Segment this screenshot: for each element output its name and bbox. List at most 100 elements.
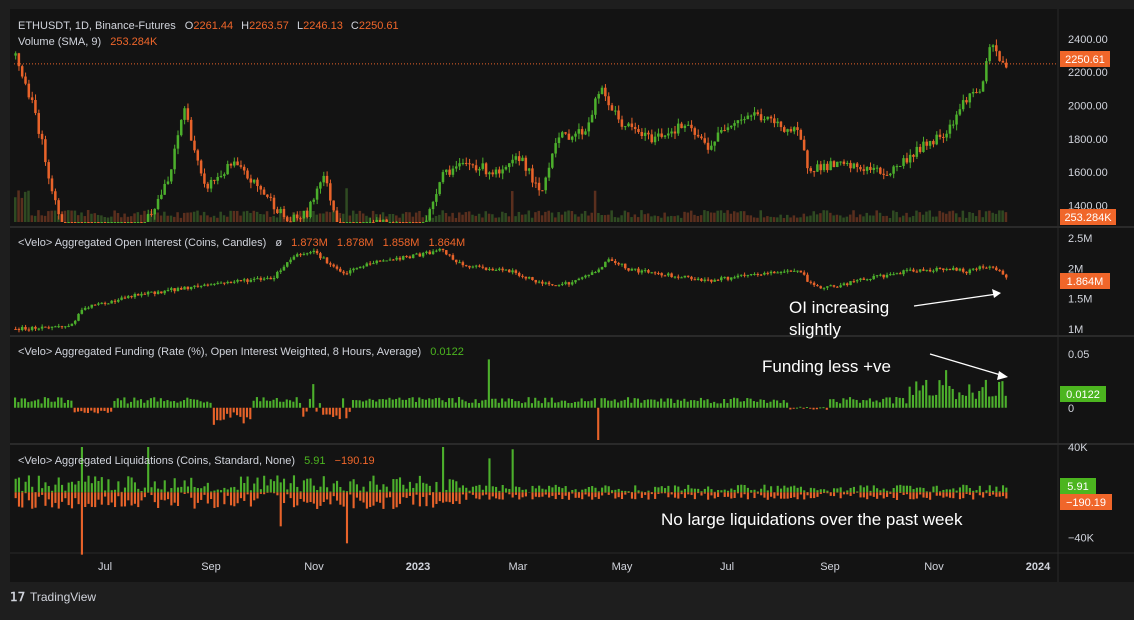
funding-bar bbox=[567, 402, 570, 408]
price-candle-body bbox=[103, 222, 107, 223]
funding-bar bbox=[875, 400, 878, 408]
funding-bar bbox=[815, 407, 818, 410]
funding-bar bbox=[703, 400, 706, 408]
volume-bar bbox=[789, 217, 792, 222]
price-candle-body bbox=[544, 177, 547, 191]
oi-candle-body bbox=[680, 277, 683, 279]
price-candle-body bbox=[869, 166, 872, 170]
oi-candle-body bbox=[501, 268, 504, 271]
funding-bar bbox=[855, 399, 858, 408]
volume-bar bbox=[63, 210, 67, 222]
liq-legend-name: <Velo> Aggregated Liquidations (Coins, S… bbox=[18, 455, 295, 467]
volume-bar bbox=[693, 214, 696, 222]
funding-bar bbox=[328, 407, 331, 415]
volume-bar bbox=[825, 210, 829, 222]
price-candle-body bbox=[842, 161, 846, 164]
funding-bar bbox=[226, 407, 229, 414]
price-candle-body bbox=[617, 110, 620, 120]
price-candle-body bbox=[226, 164, 229, 175]
price-candle-body bbox=[322, 175, 325, 183]
funding-bar bbox=[925, 379, 928, 408]
price-candle-body bbox=[375, 219, 378, 222]
oi-candle-body bbox=[219, 282, 223, 284]
volume-bar bbox=[245, 210, 249, 222]
price-candle-body bbox=[587, 122, 591, 132]
price-candle-body bbox=[80, 222, 84, 223]
funding-bar bbox=[779, 402, 782, 408]
funding-bar bbox=[895, 397, 898, 408]
volume-bar bbox=[123, 213, 126, 222]
oi-candle-body bbox=[189, 286, 193, 290]
price-candle-body bbox=[968, 93, 972, 103]
funding-bar bbox=[1001, 381, 1004, 408]
oi-candle-body bbox=[216, 282, 219, 284]
funding-bar bbox=[935, 394, 938, 408]
price-candle-body bbox=[753, 112, 756, 116]
volume-bar bbox=[988, 210, 991, 222]
funding-bar bbox=[746, 398, 749, 408]
oi-y-tick: 1.5M bbox=[1068, 294, 1092, 306]
oi-candle-body bbox=[633, 268, 637, 270]
volume-bar bbox=[613, 217, 617, 222]
oi-candle-body bbox=[179, 288, 183, 290]
price-candle-body bbox=[415, 222, 418, 223]
volume-bar bbox=[265, 211, 269, 222]
price-candle-body bbox=[329, 183, 332, 201]
volume-bar bbox=[719, 210, 723, 222]
price-candle-body bbox=[521, 157, 524, 162]
price-candle-body bbox=[686, 124, 690, 126]
oi-candle-body bbox=[733, 277, 736, 279]
funding-bar bbox=[342, 398, 345, 408]
volume-bar bbox=[626, 212, 630, 222]
oi-candle-body bbox=[766, 272, 769, 274]
price-candle-body bbox=[975, 92, 978, 94]
price-candle-body bbox=[885, 174, 889, 176]
volume-legend: Volume (SMA, 9) 253.284K bbox=[18, 36, 158, 48]
tv-brand-text: TradingView bbox=[30, 590, 96, 604]
volume-bar bbox=[905, 212, 908, 222]
volume-bar bbox=[875, 210, 878, 222]
tradingview-chart[interactable]: 2400.00 2200.00 2000.00 1800.00 1600.00 1400.… bbox=[0, 0, 1134, 615]
volume-bar bbox=[501, 211, 504, 222]
oi-candle-body bbox=[73, 320, 77, 324]
volume-bar bbox=[964, 217, 968, 222]
funding-bar bbox=[759, 399, 762, 408]
funding-bar bbox=[888, 397, 891, 408]
price-candle-body bbox=[902, 158, 905, 166]
oi-candle-body bbox=[912, 269, 915, 272]
oi-candle-body bbox=[67, 325, 70, 327]
price-candle-body bbox=[786, 129, 789, 132]
funding-bar bbox=[17, 402, 20, 408]
price-candle-body bbox=[653, 136, 657, 143]
price-candle-body bbox=[388, 222, 392, 223]
oi-candle-body bbox=[786, 270, 789, 272]
funding-bar bbox=[560, 400, 563, 408]
volume-bar bbox=[351, 210, 355, 222]
oi-candle-body bbox=[1004, 274, 1008, 278]
oi-candle-body bbox=[24, 326, 27, 330]
oi-candle-body bbox=[156, 291, 160, 294]
oi-candle-body bbox=[968, 269, 972, 274]
oi-candle-body bbox=[153, 291, 156, 294]
funding-bar bbox=[974, 398, 977, 408]
price-candle-body bbox=[153, 209, 156, 215]
x-axis-tick: Sep bbox=[820, 561, 840, 573]
tradingview-logo[interactable]: 𝟣𝟩 TradingView bbox=[10, 590, 96, 604]
oi-candle-body bbox=[908, 269, 912, 271]
volume-bar bbox=[30, 215, 34, 222]
funding-bar bbox=[901, 398, 905, 408]
funding-bar bbox=[988, 396, 991, 408]
volume-bar bbox=[739, 211, 743, 222]
funding-bar bbox=[96, 407, 99, 414]
price-candle-body bbox=[524, 157, 528, 171]
price-candle-body bbox=[73, 222, 77, 223]
price-candle-body bbox=[816, 164, 819, 172]
oi-candle-body bbox=[627, 268, 630, 271]
price-candle-body bbox=[352, 222, 355, 223]
oi-candle-body bbox=[882, 274, 885, 278]
funding-bar bbox=[146, 400, 149, 408]
oi-candle-body bbox=[660, 273, 663, 276]
funding-bar bbox=[269, 401, 272, 408]
chart-svg[interactable]: 2400.002200.002000.001800.001600.001400.… bbox=[0, 0, 1134, 615]
funding-bar bbox=[368, 398, 371, 408]
